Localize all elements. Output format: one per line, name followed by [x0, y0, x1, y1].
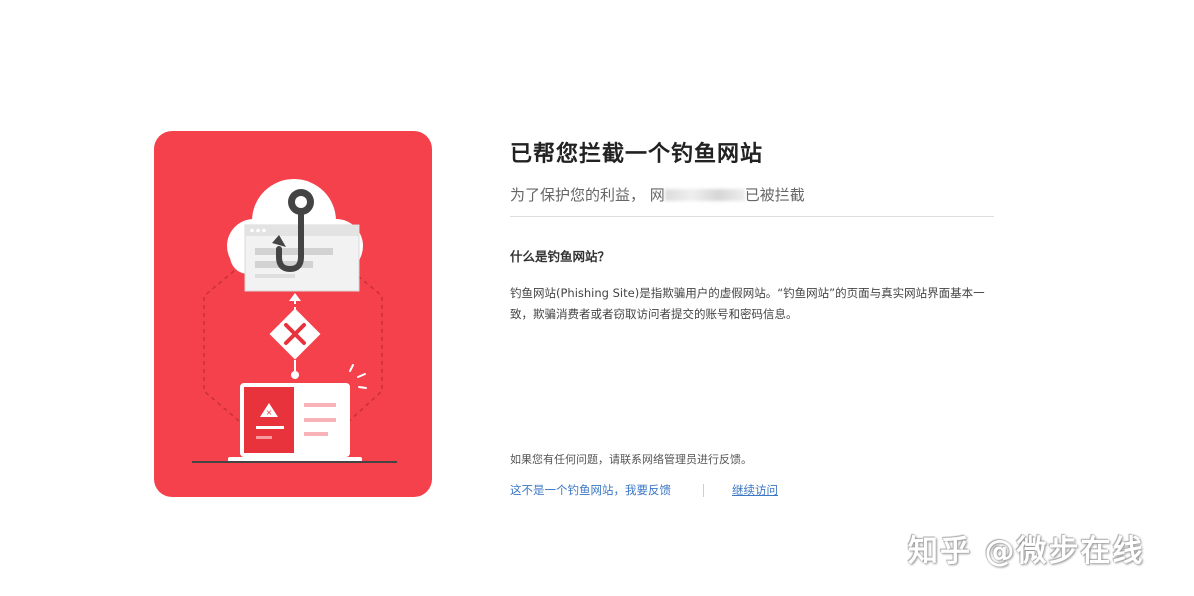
blocked-page: × 已帮您拦截一个钓鱼网站 为了保护您的利益， 网 已被拦截 什么是钓鱼网站？ 钓… [0, 0, 1194, 596]
continue-link[interactable]: 继续访问 [732, 483, 778, 497]
page-title: 已帮您拦截一个钓鱼网站 [510, 142, 764, 167]
help-text: 如果您有任何问题，请联系网络管理员进行反馈。 [510, 453, 752, 466]
watermark: 知乎 @微步在线 [908, 534, 1145, 569]
link-separator [703, 484, 704, 497]
laptop-icon: × [192, 383, 397, 463]
question-heading: 什么是钓鱼网站？ [510, 249, 611, 264]
action-links: 这不是一个钓鱼网站，我要反馈 继续访问 [510, 481, 778, 499]
explanation-text: 钓鱼网站(Phishing Site)是指欺骗用户的虚假网站。“钓鱼网站”的页面… [510, 286, 985, 321]
report-link[interactable]: 这不是一个钓鱼网站，我要反馈 [510, 483, 671, 497]
phishing-illustration-svg: × [192, 179, 397, 463]
content-panel: 已帮您拦截一个钓鱼网站 为了保护您的利益， 网 已被拦截 什么是钓鱼网站？ 钓鱼网… [510, 138, 994, 325]
subtitle: 为了保护您的利益， 网 已被拦截 [510, 182, 994, 208]
arrow-up-icon [289, 293, 301, 301]
subtitle-prefix: 为了保护您的利益， 网 [510, 186, 665, 204]
alert-rays-icon [349, 364, 367, 389]
subtitle-suffix: 已被拦截 [744, 186, 805, 204]
svg-text:×: × [266, 408, 273, 417]
masked-url [664, 188, 745, 201]
divider [510, 216, 994, 217]
phishing-illustration: × [154, 131, 432, 497]
blocked-x-icon [269, 308, 321, 360]
connector-dot [291, 371, 299, 379]
